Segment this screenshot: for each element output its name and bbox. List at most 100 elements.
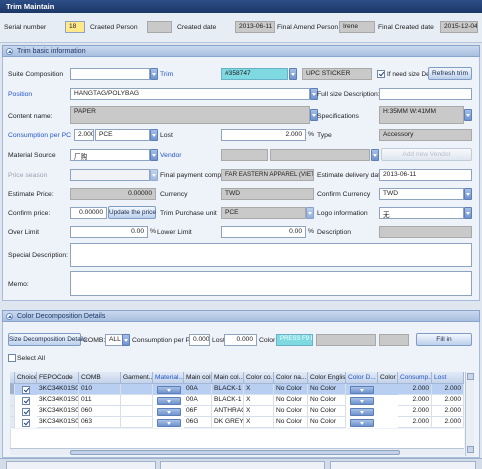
row-choice-checkbox[interactable] bbox=[22, 396, 30, 405]
col-material[interactable]: Material... bbox=[153, 372, 184, 384]
cell-consump[interactable]: 2.000 bbox=[398, 406, 432, 417]
col-comb[interactable]: COMB bbox=[79, 372, 121, 384]
material-dropdown-icon[interactable] bbox=[157, 396, 181, 405]
lost-field[interactable]: 2.000 bbox=[221, 129, 306, 141]
material-source-field[interactable]: 厂购 bbox=[70, 149, 150, 161]
collapse-icon[interactable] bbox=[6, 48, 13, 55]
need-size-checkbox[interactable] bbox=[377, 70, 385, 78]
col-lost[interactable]: Lost bbox=[432, 372, 464, 384]
material-dropdown-icon[interactable] bbox=[157, 385, 181, 394]
material-source-dropdown-icon[interactable] bbox=[150, 149, 158, 161]
cell-color-code: X bbox=[244, 384, 274, 395]
position-field[interactable]: HANGTAG/POLYBAG bbox=[70, 88, 310, 100]
full-size-field[interactable] bbox=[379, 88, 472, 100]
price-season-field[interactable] bbox=[70, 169, 150, 181]
cell-main-name: DK GREY ... bbox=[212, 417, 244, 428]
consumption-field[interactable]: 2.000 bbox=[74, 129, 94, 141]
cell-lost[interactable]: 2.000 bbox=[432, 384, 464, 395]
cell-lost[interactable]: 2.000 bbox=[432, 395, 464, 406]
col-main-code[interactable]: Main col... bbox=[184, 372, 212, 384]
col-color-d1[interactable]: Color D... bbox=[346, 372, 378, 384]
col-color-english[interactable]: Color Englis... bbox=[308, 372, 346, 384]
select-all-checkbox[interactable] bbox=[8, 354, 16, 362]
special-desc-textarea[interactable] bbox=[70, 243, 472, 267]
confirm-currency-dropdown-icon[interactable] bbox=[464, 188, 472, 200]
cell-consump[interactable]: 2.000 bbox=[398, 395, 432, 406]
update-price-button[interactable]: Update the price bbox=[108, 206, 156, 219]
est-price-field: 0.00000 bbox=[70, 188, 156, 200]
cell-color-name: No Color bbox=[274, 384, 308, 395]
cell-color-code: X bbox=[244, 406, 274, 417]
refresh-trim-button[interactable]: Refresh trim bbox=[428, 67, 472, 80]
color-d-dropdown-icon[interactable] bbox=[350, 418, 374, 427]
price-season-dropdown-icon[interactable] bbox=[150, 169, 158, 181]
table-row[interactable]: 3KC34K01S01 010 00A BLACK-1 X No Color N… bbox=[10, 384, 464, 395]
cell-color-code: X bbox=[244, 417, 274, 428]
bottom-tab-3[interactable] bbox=[330, 461, 476, 469]
confirm-price-field[interactable]: 0.00000 bbox=[70, 207, 107, 219]
logo-field[interactable]: 无 bbox=[379, 207, 464, 219]
bottom-tab-2[interactable] bbox=[160, 461, 325, 469]
purchase-unit-dropdown-icon[interactable] bbox=[306, 207, 314, 219]
col-color-name[interactable]: Color na... bbox=[274, 372, 308, 384]
material-dropdown-icon[interactable] bbox=[157, 418, 181, 427]
scroll-down-icon[interactable] bbox=[467, 446, 474, 453]
cell-consump[interactable]: 2.000 bbox=[398, 417, 432, 428]
color-d-dropdown-icon[interactable] bbox=[350, 385, 374, 394]
trim-field[interactable]: #358747 bbox=[221, 68, 288, 80]
table-row[interactable]: 3KC34K01S01 011 00A BLACK-1 X No Color N… bbox=[10, 395, 464, 406]
row-choice-checkbox[interactable] bbox=[22, 385, 30, 394]
suite-dropdown-icon[interactable] bbox=[150, 68, 158, 80]
consumption-unit-dropdown-icon[interactable] bbox=[150, 129, 158, 141]
material-dropdown-icon[interactable] bbox=[157, 407, 181, 416]
memo-textarea[interactable] bbox=[70, 271, 472, 296]
col-choice[interactable]: Choice bbox=[15, 372, 37, 384]
consumption-unit-field[interactable]: PCE bbox=[95, 129, 150, 141]
col-color-code[interactable]: Color co... bbox=[244, 372, 274, 384]
table-row[interactable]: 3KC34K01S01 063 06G DK GREY ... X No Col… bbox=[10, 417, 464, 428]
description-label: Description bbox=[317, 229, 351, 236]
comb-field[interactable]: ALL bbox=[105, 334, 123, 346]
suite-field[interactable] bbox=[70, 68, 150, 80]
serial-field[interactable]: 18 bbox=[65, 21, 85, 33]
cell-consump[interactable]: 2.000 bbox=[398, 384, 432, 395]
color-d-dropdown-icon[interactable] bbox=[350, 407, 374, 416]
spec-dropdown-icon[interactable] bbox=[464, 109, 472, 121]
vertical-scrollbar[interactable] bbox=[465, 372, 474, 456]
fill-in-button[interactable]: Fill in bbox=[416, 333, 472, 346]
col-garment[interactable]: Garment... bbox=[121, 372, 153, 384]
color-section-header[interactable]: Color Decomposition Details bbox=[2, 310, 480, 322]
logo-dropdown-icon[interactable] bbox=[464, 207, 472, 219]
est-delivery-field[interactable]: 2013-06-11 bbox=[379, 169, 472, 181]
horizontal-scrollbar[interactable] bbox=[10, 448, 464, 455]
cell-lost[interactable]: 2.000 bbox=[432, 417, 464, 428]
color-lost-field[interactable]: 0.000 bbox=[224, 334, 257, 346]
vendor-dropdown-icon[interactable] bbox=[371, 149, 379, 161]
lower-limit-field[interactable]: 0.00 bbox=[221, 226, 306, 238]
table-row[interactable]: 3KC34K01S01 060 06F ANTHRAC... X No Colo… bbox=[10, 406, 464, 417]
color-consumption-field[interactable]: 0.000 bbox=[189, 334, 210, 346]
cell-lost[interactable]: 2.000 bbox=[432, 406, 464, 417]
color-field[interactable]: PRESS F9 FO bbox=[276, 334, 313, 346]
comb-dropdown-icon[interactable] bbox=[122, 334, 130, 346]
bottom-tab-1[interactable] bbox=[6, 461, 156, 469]
row-choice-checkbox[interactable] bbox=[22, 418, 30, 427]
add-vendor-button[interactable]: Add new Vendor bbox=[381, 148, 472, 161]
col-main-name[interactable]: Main col... bbox=[212, 372, 244, 384]
over-limit-field[interactable]: 0.00 bbox=[70, 226, 148, 238]
price-season-label: Price season bbox=[8, 172, 48, 179]
row-choice-checkbox[interactable] bbox=[22, 407, 30, 416]
basic-section-header[interactable]: Trim basic information bbox=[2, 45, 480, 57]
trim-dropdown-icon[interactable] bbox=[289, 68, 297, 80]
size-decomposition-button[interactable]: Size Decomposition Details bbox=[8, 333, 87, 346]
purchase-unit-field: PCE bbox=[221, 207, 306, 219]
col-consump[interactable]: Consump... bbox=[398, 372, 432, 384]
scroll-up-icon[interactable] bbox=[467, 373, 474, 380]
col-color-d2[interactable]: Color D bbox=[378, 372, 398, 384]
color-d-dropdown-icon[interactable] bbox=[350, 396, 374, 405]
col-fepocode[interactable]: FEPOCode bbox=[37, 372, 79, 384]
collapse-icon[interactable] bbox=[6, 313, 13, 320]
confirm-currency-field[interactable]: TWD bbox=[379, 188, 464, 200]
scroll-thumb[interactable] bbox=[70, 450, 400, 455]
content-field: PAPER bbox=[70, 106, 310, 124]
